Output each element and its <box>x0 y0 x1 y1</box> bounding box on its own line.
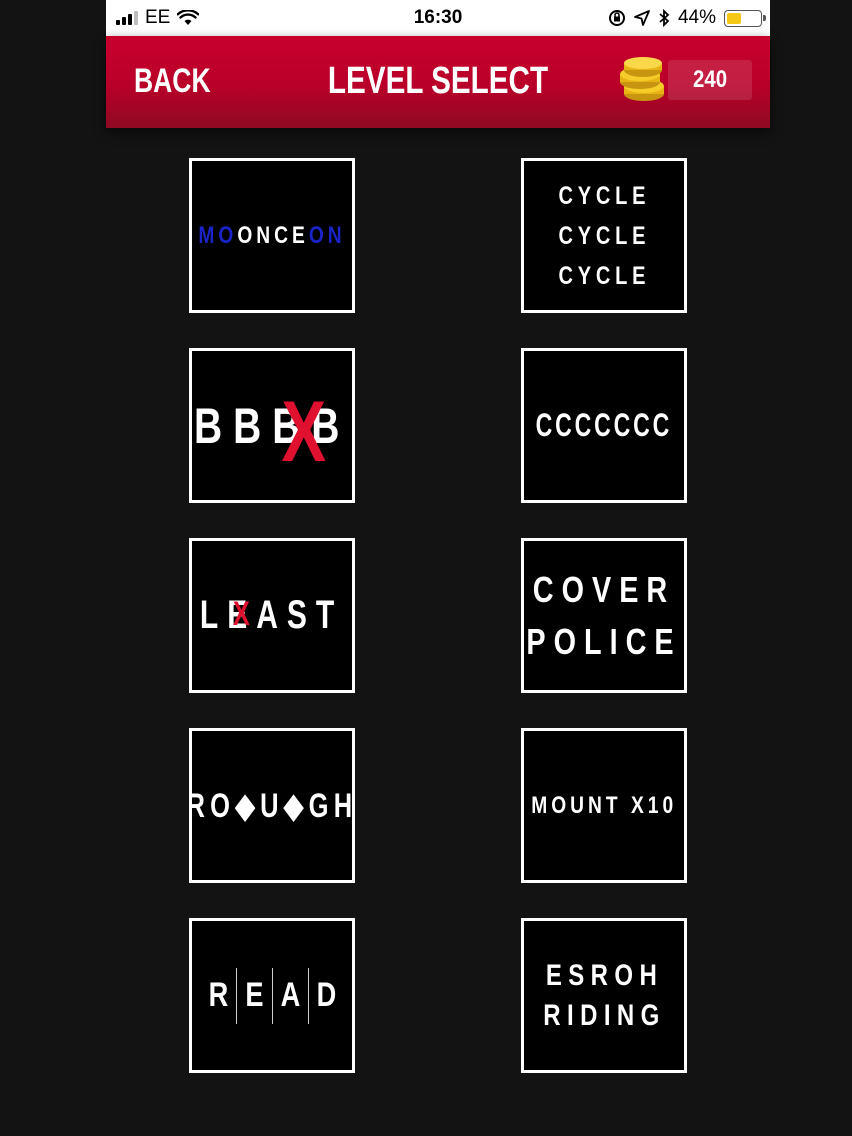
level-text-blue-start: MO <box>198 221 238 249</box>
level-tile-label: CCCCCCC <box>535 407 673 443</box>
level-tile-label: LEAST X <box>200 593 343 638</box>
divider-line <box>307 967 309 1024</box>
level-text: RO <box>189 786 236 825</box>
cross-mark-icon: X <box>233 595 251 633</box>
cross-mark-icon: X <box>281 383 326 480</box>
coin-balance: 240 <box>668 60 752 100</box>
level-text-line: POLICE <box>526 620 682 662</box>
level-tile-cover-police[interactable]: COVER POLICE <box>521 538 687 693</box>
level-tile-label: RO◆U◆GH <box>189 786 355 826</box>
level-text: U <box>260 786 284 825</box>
level-tile-label: MOONCEON <box>198 222 345 250</box>
level-letter: E <box>244 976 264 1014</box>
level-tile-mount[interactable]: MOUNT X10 <box>521 728 687 883</box>
level-tile-label: MOUNT X10 <box>531 791 677 819</box>
diamond-icon: ◆ <box>235 786 261 825</box>
level-tile-bbbb[interactable]: BBBB X <box>189 348 355 503</box>
level-text-line: ESROH <box>545 958 663 992</box>
level-text-white: ONCE <box>237 221 309 249</box>
divider-line <box>235 967 237 1024</box>
level-text: LEAST <box>200 593 344 637</box>
divider-line <box>271 967 273 1024</box>
status-right: 44% <box>608 0 766 36</box>
level-text-line: CYCLE <box>558 181 650 210</box>
battery-percent: 44% <box>677 7 716 28</box>
level-letter: A <box>280 976 300 1014</box>
level-tile-read[interactable]: R E A D <box>189 918 355 1073</box>
level-text-line: COVER <box>532 568 676 610</box>
level-tile-cccc[interactable]: CCCCCCC <box>521 348 687 503</box>
level-text: BBBB <box>193 397 351 454</box>
level-tile-esroh-riding[interactable]: ESROH RIDING <box>521 918 687 1073</box>
level-text-line: CYCLE <box>558 261 650 290</box>
level-tile-label: CYCLE CYCLE CYCLE <box>558 176 650 296</box>
level-letter: R <box>208 976 228 1014</box>
level-tile-label: BBBB X <box>193 384 351 480</box>
top-bar: BACK LEVEL SELECT 240 <box>106 36 770 128</box>
coins-icon <box>620 57 664 101</box>
level-text-line: CYCLE <box>558 221 650 250</box>
level-text-blue-end: ON <box>308 221 346 249</box>
level-tile-rough[interactable]: RO◆U◆GH <box>189 728 355 883</box>
status-bar: EE 16:30 44% <box>106 0 770 36</box>
coin-balance-value: 240 <box>692 66 728 93</box>
location-icon <box>634 10 650 26</box>
bluetooth-icon <box>659 9 670 27</box>
level-text: GH <box>308 786 355 825</box>
level-tile-least[interactable]: LEAST X <box>189 538 355 693</box>
diamond-icon: ◆ <box>283 786 309 825</box>
phone-screen: EE 16:30 44% BACK LEVEL SELECT 240 MOONC… <box>106 0 770 1136</box>
level-tile-label: R E A D <box>207 967 337 1024</box>
level-tile-moonceon[interactable]: MOONCEON <box>189 158 355 313</box>
level-tile-label: ESROH RIDING <box>543 956 665 1036</box>
level-letter: D <box>316 976 336 1014</box>
level-tile-cycle[interactable]: CYCLE CYCLE CYCLE <box>521 158 687 313</box>
level-text-line: RIDING <box>542 998 666 1032</box>
level-tile-label: COVER POLICE <box>526 564 681 668</box>
battery-icon <box>724 9 766 27</box>
orientation-lock-icon <box>608 10 625 26</box>
